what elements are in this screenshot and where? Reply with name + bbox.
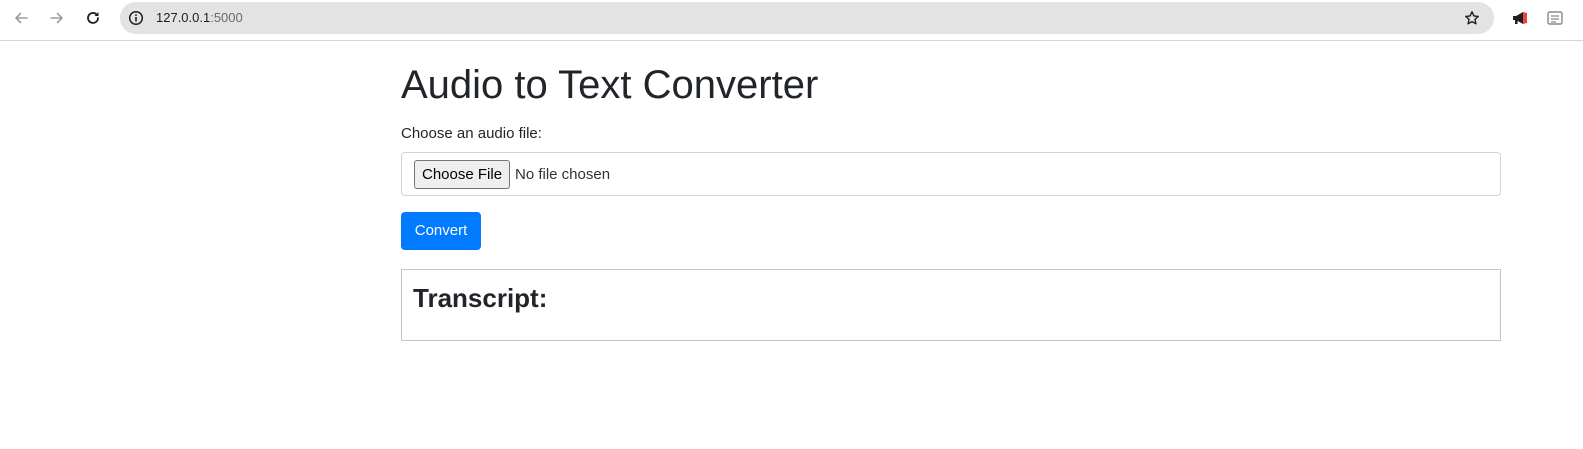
reload-icon bbox=[87, 12, 99, 24]
arrow-left-icon bbox=[15, 12, 28, 24]
page-title: Audio to Text Converter bbox=[401, 63, 819, 107]
url-port: :5000 bbox=[210, 10, 243, 25]
reload-button[interactable] bbox=[81, 6, 105, 30]
info-icon[interactable] bbox=[128, 10, 144, 26]
choose-file-button[interactable]: Choose File bbox=[414, 160, 511, 189]
megaphone-icon[interactable] bbox=[1511, 10, 1529, 26]
file-input-label: Choose an audio file: bbox=[401, 125, 542, 142]
back-button[interactable] bbox=[9, 6, 33, 30]
url-host: 127.0.0.1 bbox=[156, 10, 211, 25]
forward-button[interactable] bbox=[45, 6, 69, 30]
arrow-right-icon bbox=[50, 12, 63, 24]
url-text[interactable]: 127.0.0.1:5000 bbox=[156, 10, 243, 26]
address-bar[interactable]: 127.0.0.1:5000 bbox=[120, 2, 1494, 34]
convert-button[interactable]: Convert bbox=[401, 212, 481, 250]
file-status-text: No file chosen bbox=[515, 166, 611, 183]
transcript-heading: Transcript: bbox=[413, 283, 548, 313]
transcript-panel: Transcript: bbox=[401, 269, 1501, 341]
browser-toolbar: 127.0.0.1:5000 bbox=[0, 0, 1583, 41]
reader-icon[interactable] bbox=[1547, 10, 1565, 26]
star-icon[interactable] bbox=[1464, 10, 1480, 26]
audio-file-input[interactable]: Choose File No file chosen bbox=[401, 152, 1501, 196]
